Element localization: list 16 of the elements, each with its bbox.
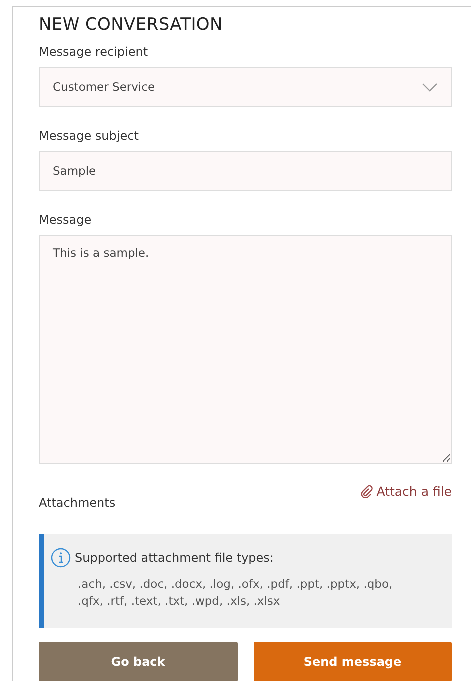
field-label: Message subject [39, 129, 140, 143]
go-back-button[interactable]: Go back [39, 642, 238, 681]
info-heading: Supported attachment file types: [75, 551, 274, 565]
send-message-button[interactable]: Send message [254, 642, 452, 681]
form-title: NEW CONVERSATION [39, 15, 224, 35]
file-types-text: .ach, .csv, .doc, .docx, .log, .ofx, .pdf, .ppt, .pptx, .qbo, .qfx, .rtf, .text, .txt, .wpd, .xls, .xlsx [78, 576, 394, 610]
paperclip-icon [360, 485, 373, 498]
attachments-label: Attachments [39, 496, 116, 510]
attach-file-link[interactable]: Attach a file [360, 484, 452, 499]
subject-field[interactable]: Sample [39, 151, 452, 191]
chevron-down-icon [422, 82, 438, 92]
field-label: Message [39, 213, 93, 227]
field-label: Message recipient [39, 45, 150, 59]
info-icon [51, 548, 71, 568]
recipient-dropdown[interactable]: Customer Service [39, 67, 452, 107]
message-field[interactable]: This is a sample. [39, 235, 452, 464]
